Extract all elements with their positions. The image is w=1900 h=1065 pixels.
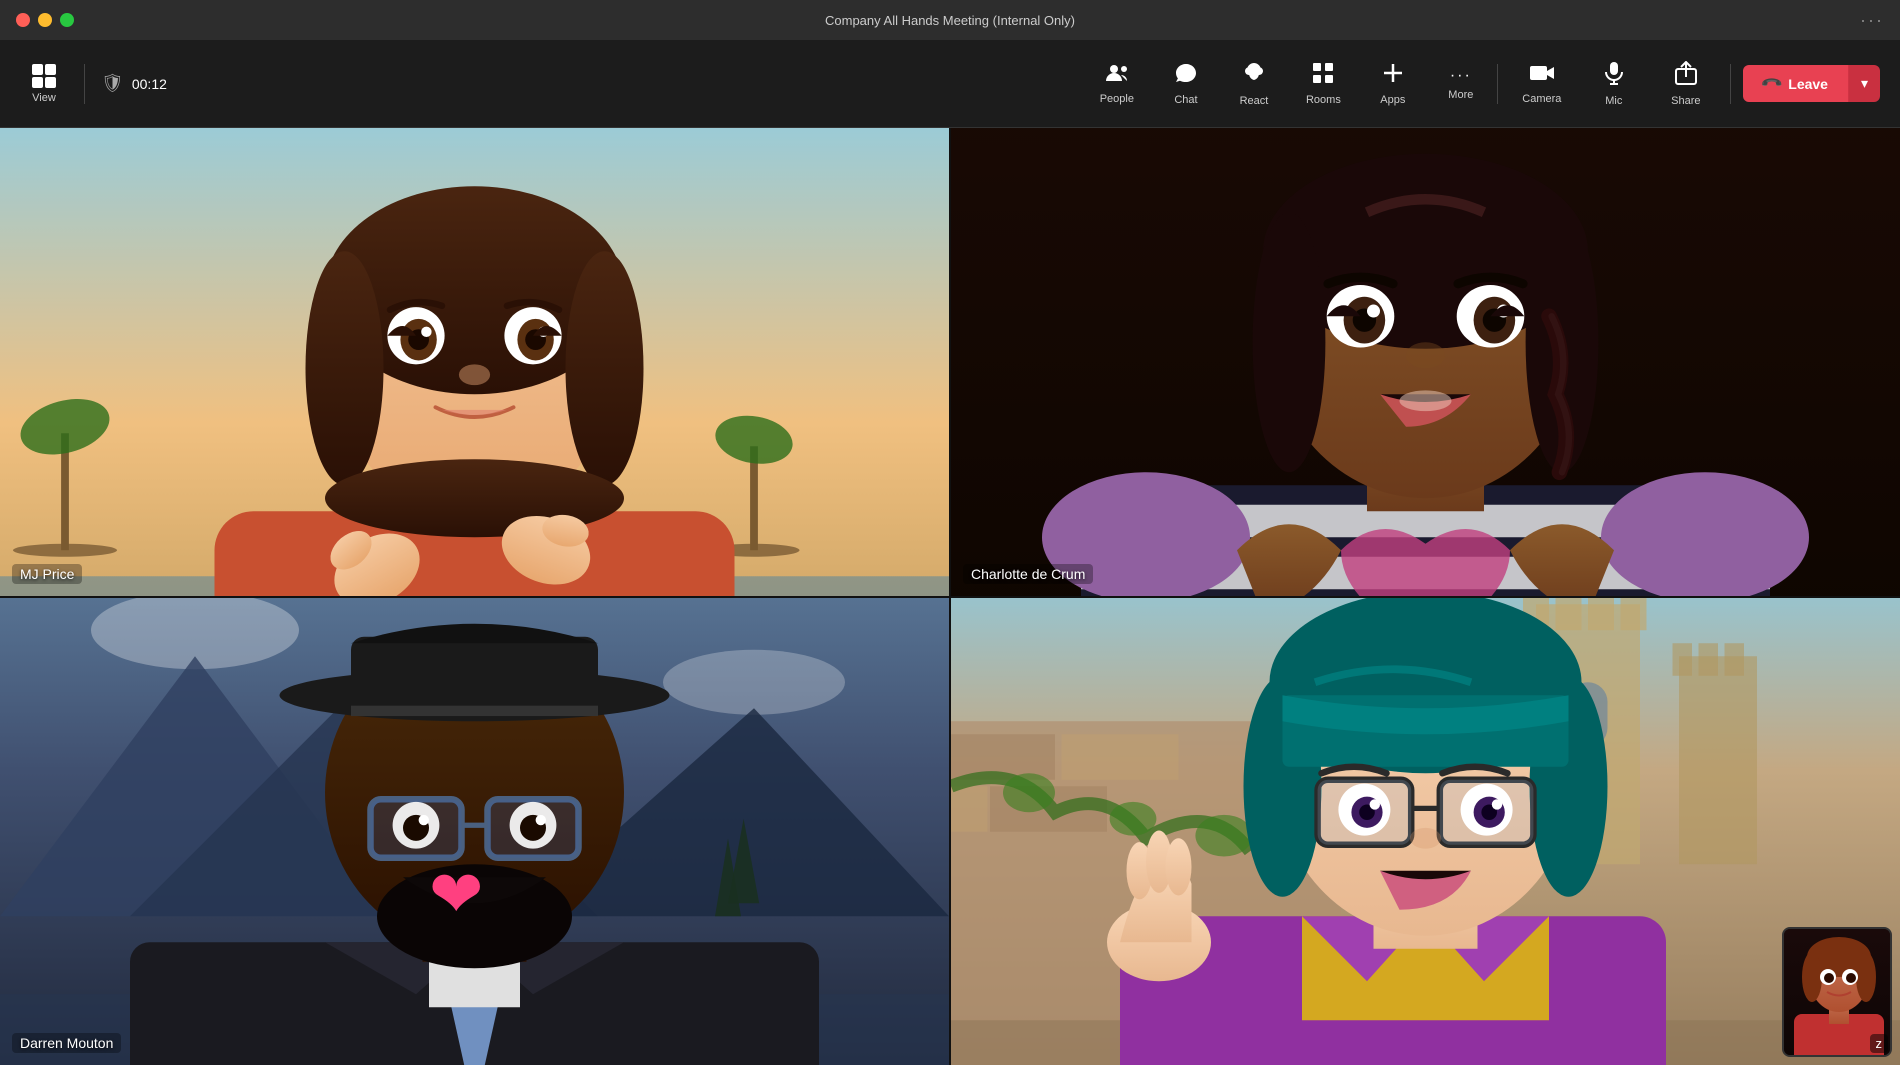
mic-icon (1605, 61, 1623, 91)
rooms-icon (1312, 62, 1334, 90)
window-title: Company All Hands Meeting (Internal Only… (825, 13, 1075, 28)
mic-label: Mic (1605, 95, 1622, 107)
participant-cell-darren: ❤ Darren Mouton (0, 598, 949, 1065)
mj-price-avatar (0, 128, 949, 596)
react-label: React (1240, 95, 1269, 107)
toolbar-center: People Chat React (1084, 53, 1493, 115)
apps-label: Apps (1380, 94, 1405, 106)
toolbar-separator (1497, 64, 1498, 104)
charlotte-avatar (951, 128, 1900, 596)
camera-icon (1529, 63, 1555, 89)
apps-button[interactable]: Apps (1361, 54, 1425, 114)
more-options-icon[interactable]: ··· (1860, 10, 1884, 31)
toolbar-separator-2 (1730, 64, 1731, 104)
react-icon (1243, 61, 1265, 91)
chat-button[interactable]: Chat (1154, 54, 1218, 114)
camera-label: Camera (1522, 93, 1561, 105)
apps-icon (1382, 62, 1404, 90)
mic-button[interactable]: Mic (1582, 53, 1646, 115)
chat-icon (1174, 62, 1198, 90)
darren-avatar: ❤ (0, 598, 949, 1065)
unknown-avatar (951, 598, 1900, 1065)
leave-phone-icon: 📞 (1759, 71, 1783, 95)
svg-text:❤: ❤ (429, 857, 483, 930)
security-badge: 🛡 00:12 (101, 73, 167, 94)
people-icon (1105, 63, 1129, 89)
rooms-button[interactable]: Rooms (1290, 54, 1357, 114)
share-label: Share (1671, 95, 1700, 107)
leave-chevron-icon: ▾ (1861, 75, 1868, 91)
share-button[interactable]: Share (1654, 53, 1718, 115)
participant-cell-bottom-right: z (951, 598, 1900, 1065)
close-button[interactable] (16, 13, 30, 27)
more-icon: ··· (1450, 67, 1472, 85)
traffic-lights (16, 13, 74, 27)
title-bar: Company All Hands Meeting (Internal Only… (0, 0, 1900, 40)
leave-main-button[interactable]: 📞 Leave (1743, 65, 1848, 102)
toolbar: View 🛡 00:12 People (0, 40, 1900, 128)
react-button[interactable]: React (1222, 53, 1286, 115)
more-button[interactable]: ··· More (1429, 59, 1493, 109)
view-icon (32, 64, 56, 88)
chat-label: Chat (1174, 94, 1197, 106)
charlotte-label: Charlotte de Crum (963, 564, 1093, 584)
video-grid: MJ Price (0, 128, 1900, 1065)
leave-dropdown-button[interactable]: ▾ (1848, 65, 1880, 102)
people-label: People (1100, 93, 1134, 105)
darren-label: Darren Mouton (12, 1033, 121, 1053)
toolbar-left: View 🛡 00:12 (20, 56, 1084, 112)
view-button[interactable]: View (20, 56, 68, 112)
participant-cell-charlotte: Charlotte de Crum (951, 128, 1900, 596)
shield-icon: 🛡 (101, 73, 124, 94)
z-indicator: z (1870, 1034, 1889, 1053)
leave-button-container[interactable]: 📞 Leave ▾ (1743, 65, 1880, 102)
camera-button[interactable]: Camera (1510, 55, 1574, 113)
people-button[interactable]: People (1084, 55, 1150, 113)
maximize-button[interactable] (60, 13, 74, 27)
toolbar-divider (84, 64, 85, 104)
toolbar-right: Camera Mic Share (1493, 53, 1880, 115)
view-label: View (32, 92, 56, 104)
minimize-button[interactable] (38, 13, 52, 27)
share-icon (1675, 61, 1697, 91)
mj-price-label: MJ Price (12, 564, 82, 584)
leave-label: Leave (1788, 76, 1828, 92)
participant-cell-mj-price: MJ Price (0, 128, 949, 596)
rooms-label: Rooms (1306, 94, 1341, 106)
call-timer: 00:12 (132, 76, 167, 92)
more-label: More (1448, 89, 1473, 101)
